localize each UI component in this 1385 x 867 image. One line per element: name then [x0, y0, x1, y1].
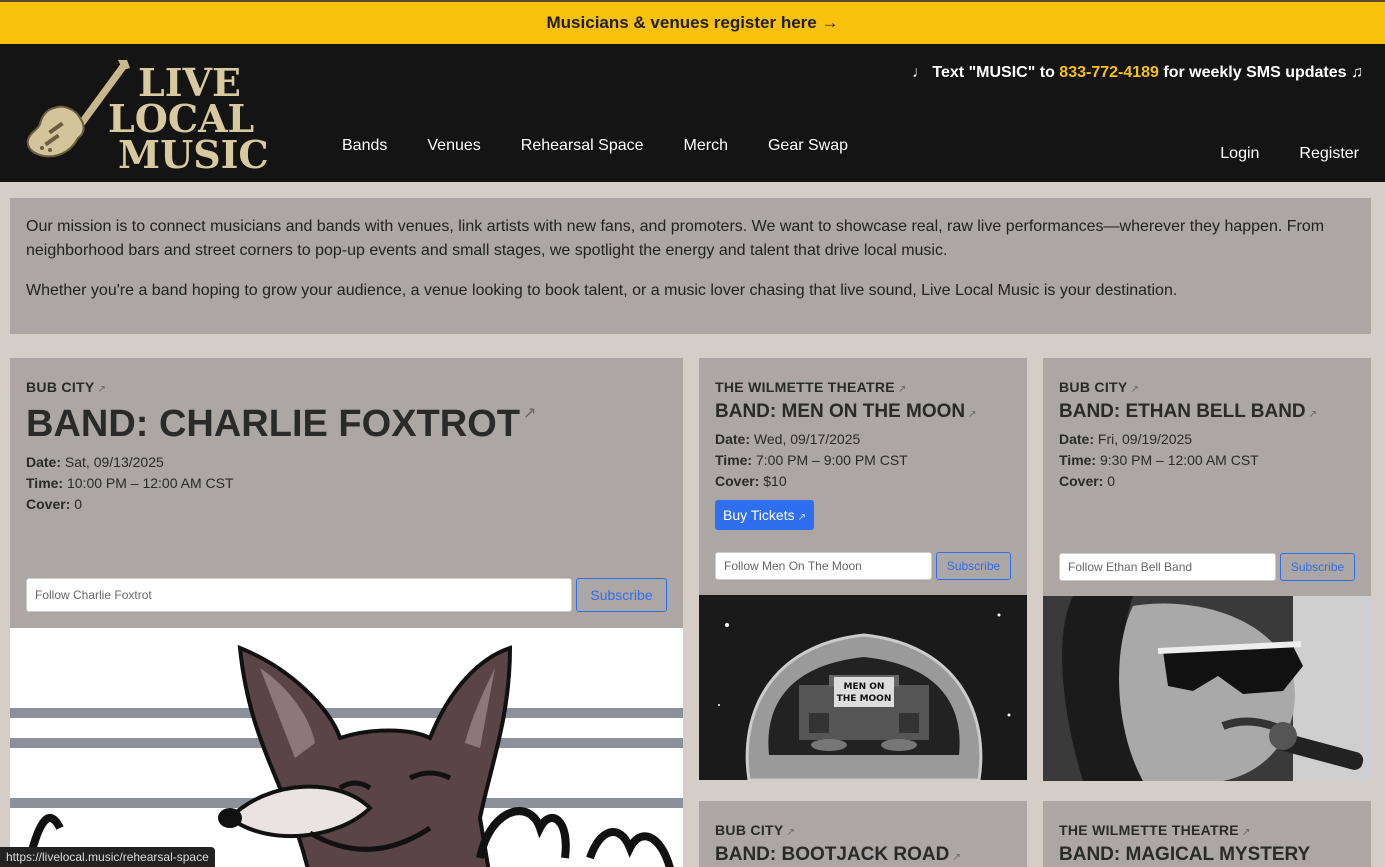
register-link[interactable]: Register: [1299, 145, 1359, 163]
login-link[interactable]: Login: [1220, 145, 1259, 163]
sms-phone-link[interactable]: 833-772-4189: [1059, 64, 1159, 81]
event-cover: 0: [1107, 473, 1116, 489]
singer-sunglasses-image[interactable]: [1043, 596, 1371, 781]
fox-mascot-image[interactable]: [10, 628, 683, 867]
follow-input[interactable]: Follow Ethan Bell Band: [1059, 553, 1276, 581]
venue-link[interactable]: BUB CITY ↗: [715, 822, 961, 838]
external-link-icon: ↗: [897, 384, 907, 395]
marquee-line-2: THE MOON: [837, 694, 892, 704]
event-time: 9:30 PM – 12:00 AM CST: [1099, 452, 1259, 468]
nav-merch[interactable]: Merch: [684, 137, 728, 155]
band-title[interactable]: BAND: MEN ON THE MOON ↗: [715, 401, 977, 423]
band-title[interactable]: BAND: MAGICAL MYSTERY: [1059, 844, 1310, 866]
venue-link[interactable]: THE WILMETTE THEATRE ↗: [715, 379, 977, 395]
event-date: Sat, 09/13/2025: [64, 454, 164, 470]
nav-gear-swap[interactable]: Gear Swap: [768, 137, 848, 155]
event-date: Fri, 09/19/2025: [1097, 431, 1193, 447]
band-title[interactable]: BAND: ETHAN BELL BAND ↗: [1059, 401, 1317, 423]
logo-wordmark: LIVE LOCAL MUSIC: [108, 60, 269, 170]
sms-signup-text: ♩ Text "MUSIC" to 833-772-4189 for weekl…: [912, 64, 1363, 82]
live-local-music-logo[interactable]: LIVE LOCAL MUSIC: [24, 60, 276, 170]
event-time: 7:00 PM – 9:00 PM CST: [755, 452, 908, 468]
external-link-icon: ↗: [797, 512, 806, 523]
follow-input[interactable]: Follow Charlie Foxtrot: [26, 578, 572, 612]
event-date: Wed, 09/17/2025: [753, 431, 861, 447]
follow-form: Follow Men On The Moon Subscribe: [715, 552, 1011, 580]
auth-links: Login Register: [1220, 145, 1359, 163]
external-link-icon: ↗: [968, 409, 977, 420]
venue-link[interactable]: THE WILMETTE THEATRE ↗: [1059, 822, 1310, 838]
external-link-icon: ↗: [522, 405, 537, 422]
event-time: 10:00 PM – 12:00 AM CST: [66, 475, 234, 491]
nav-venues[interactable]: Venues: [427, 137, 480, 155]
event-details: Date: Sat, 09/13/2025 Time: 10:00 PM – 1…: [26, 454, 234, 512]
event-card-charlie-foxtrot: BUB CITY ↗ BAND: CHARLIE FOXTROT ↗ Date: S…: [10, 358, 683, 867]
external-link-icon: ↗: [1241, 827, 1251, 838]
follow-form: Follow Ethan Bell Band Subscribe: [1059, 553, 1355, 581]
event-details: Date: Wed, 09/17/2025 Time: 7:00 PM – 9:…: [715, 431, 908, 489]
event-card-magical-mystery: THE WILMETTE THEATRE ↗ BAND: MAGICAL MYST…: [1043, 801, 1371, 867]
event-details: Date: Fri, 09/19/2025 Time: 9:30 PM – 12…: [1059, 431, 1259, 489]
register-banner-text[interactable]: Musicians & venues register here →: [547, 13, 839, 33]
svg-text:MUSIC: MUSIC: [118, 132, 269, 170]
subscribe-button[interactable]: Subscribe: [1280, 553, 1355, 581]
event-cover: 0: [74, 496, 83, 512]
external-link-icon: ↗: [97, 384, 107, 395]
event-card-bootjack-road: BUB CITY ↗ BAND: BOOTJACK ROAD ↗: [699, 801, 1027, 867]
mission-paragraph-2: Whether you're a band hoping to grow you…: [26, 282, 1178, 299]
event-cover: $10: [763, 473, 787, 489]
event-card-men-on-the-moon: THE WILMETTE THEATRE ↗ BAND: MEN ON THE M…: [699, 358, 1027, 780]
main-nav: Bands Venues Rehearsal Space Merch Gear …: [342, 137, 848, 155]
nav-bands[interactable]: Bands: [342, 137, 387, 155]
external-link-icon: ↗: [786, 827, 796, 838]
nav-rehearsal-space[interactable]: Rehearsal Space: [521, 137, 644, 155]
external-link-icon: ↗: [952, 852, 961, 863]
follow-input[interactable]: Follow Men On The Moon: [715, 552, 932, 580]
mission-statement: Our mission is to connect musicians and …: [10, 198, 1371, 334]
marquee-line-1: MEN ON: [844, 682, 885, 692]
browser-status-url: https://livelocal.music/rehearsal-space: [0, 847, 215, 867]
subscribe-button[interactable]: Subscribe: [576, 578, 667, 612]
register-banner[interactable]: Musicians & venues register here →: [0, 0, 1385, 44]
subscribe-button[interactable]: Subscribe: [936, 552, 1011, 580]
astronaut-helmet-image[interactable]: MEN ON THE MOON: [699, 595, 1027, 780]
venue-link[interactable]: BUB CITY ↗: [26, 379, 536, 395]
external-link-icon: ↗: [1308, 409, 1318, 420]
band-title[interactable]: BAND: BOOTJACK ROAD ↗: [715, 844, 961, 866]
venue-link[interactable]: BUB CITY ↗: [1059, 379, 1317, 395]
band-title[interactable]: BAND: CHARLIE FOXTROT ↗: [26, 403, 536, 446]
mission-paragraph-1: Our mission is to connect musicians and …: [26, 218, 1325, 259]
sms-prefix: ♩ Text "MUSIC" to: [911, 64, 1060, 81]
buy-tickets-button[interactable]: Buy Tickets ↗: [715, 500, 814, 530]
site-header: LIVE LOCAL MUSIC Bands Venues Rehearsal …: [0, 44, 1385, 182]
follow-form: Follow Charlie Foxtrot Subscribe: [26, 578, 667, 612]
event-card-ethan-bell-band: BUB CITY ↗ BAND: ETHAN BELL BAND ↗ Date: F…: [1043, 358, 1371, 781]
sms-suffix: for weekly SMS updates ♫: [1158, 64, 1363, 81]
external-link-icon: ↗: [1130, 384, 1140, 395]
